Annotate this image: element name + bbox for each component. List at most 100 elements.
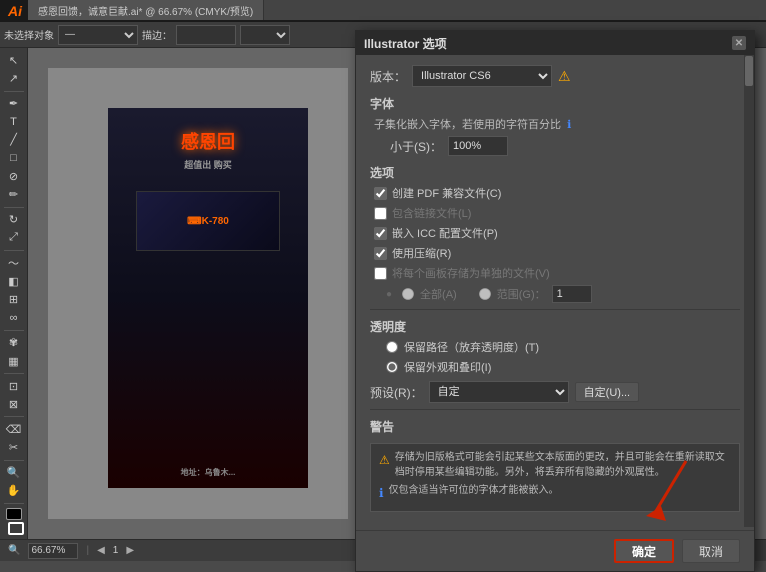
dialog-title: Illustrator 选项 xyxy=(364,35,447,52)
artboard-range-row: ● 全部(A) 范围(G)： xyxy=(370,285,740,303)
direct-select-tool[interactable]: ↗ xyxy=(3,70,25,86)
stroke-select[interactable]: — xyxy=(58,25,138,45)
use-compression-label: 使用压缩(R) xyxy=(392,245,451,261)
save-each-board-label: 将每个画板存储为单独的文件(V) xyxy=(392,265,550,281)
save-each-board-row: 将每个画板存储为单独的文件(V) xyxy=(370,265,740,281)
zoom-input[interactable] xyxy=(28,543,78,559)
ai-logo: Ai xyxy=(8,3,22,19)
version-select[interactable]: Illustrator CS6 xyxy=(412,65,552,87)
divider-2 xyxy=(370,409,740,410)
dialog-buttons: 确定 取消 xyxy=(356,530,754,571)
radio-range[interactable] xyxy=(479,288,491,300)
rect-tool[interactable]: □ xyxy=(3,150,25,166)
dialog-scrollbar[interactable] xyxy=(744,55,754,527)
selection-tool[interactable]: ↖ xyxy=(3,52,25,68)
range-input[interactable] xyxy=(552,285,592,303)
radio-range-label: 范围(G)： xyxy=(497,286,546,302)
column-graph-tool[interactable]: ▦ xyxy=(3,353,25,369)
canvas-bottom-text: 地址：乌鲁木... xyxy=(108,467,308,478)
font-desc: 子集化嵌入字体，若使用的字符百分比 ℹ xyxy=(370,116,740,132)
tool-sep-2 xyxy=(4,207,24,208)
tool-sep-6 xyxy=(4,416,24,417)
transparency-section-header: 透明度 xyxy=(370,318,740,335)
embed-icc-checkbox[interactable] xyxy=(374,227,387,240)
hand-tool[interactable]: ✋ xyxy=(3,483,25,499)
embed-icc-row: 嵌入 ICC 配置文件(P) xyxy=(370,225,740,241)
canvas-keyboard-text: K-780 xyxy=(202,216,229,227)
artboard-tool[interactable]: ⊡ xyxy=(3,378,25,394)
version-row: 版本： Illustrator CS6 ⚠ xyxy=(370,65,740,87)
blend-tool[interactable]: ∞ xyxy=(3,310,25,326)
document-tab-bar: 感恩回馈，诚意巨献.ai* @ 66.67% (CMYK/预览) xyxy=(28,0,766,20)
select-object-label: 未选择对象 xyxy=(4,27,54,42)
paintbrush-tool[interactable]: ⊘ xyxy=(3,168,25,184)
scissors-tool[interactable]: ✂ xyxy=(3,439,25,455)
warning-section-header: 警告 xyxy=(370,418,740,435)
stroke-color[interactable] xyxy=(8,522,24,535)
zoom-display: 🔍 xyxy=(8,545,20,556)
ok-button[interactable]: 确定 xyxy=(614,539,674,563)
preset-select[interactable]: 自定 xyxy=(429,381,569,403)
canvas-content: 感恩回 超值出 购买 ⌨ K-780 地址：乌鲁木... xyxy=(108,108,308,488)
custom-button[interactable]: 自定(U)... xyxy=(575,382,639,402)
include-linked-checkbox[interactable] xyxy=(374,207,387,220)
preset-label: 预设(R)： xyxy=(370,384,423,401)
fill-color[interactable] xyxy=(6,508,22,520)
pencil-tool[interactable]: ✏ xyxy=(3,187,25,203)
preserve-paths-row: 保留路径（放弃透明度）(T) xyxy=(370,339,740,355)
type-tool[interactable]: T xyxy=(3,114,25,130)
dialog-close-button[interactable]: ✕ xyxy=(732,36,746,50)
use-compression-row: 使用压缩(R) xyxy=(370,245,740,261)
font-threshold-row: 小于(S)： xyxy=(370,136,740,156)
cancel-button[interactable]: 取消 xyxy=(682,539,740,563)
line-tool[interactable]: ╱ xyxy=(3,132,25,148)
dialog-body: 版本： Illustrator CS6 ⚠ 字体 子集化嵌入字体，若使用的字符百… xyxy=(356,55,754,530)
page-display: 1 xyxy=(113,545,119,556)
mesh-tool[interactable]: ⊞ xyxy=(3,291,25,307)
tool-sep-8 xyxy=(4,503,24,504)
preserve-appearance-row: 保留外观和叠印(I) xyxy=(370,359,740,375)
options-section-header: 选项 xyxy=(370,164,740,181)
scrollbar-thumb[interactable] xyxy=(745,56,753,86)
scale-tool[interactable]: ⤢ xyxy=(3,230,25,246)
tool-sep-7 xyxy=(4,460,24,461)
zoom-tool[interactable]: 🔍 xyxy=(3,464,25,480)
radio-preserve-appearance[interactable] xyxy=(386,361,398,373)
canvas-keyboard-img: ⌨ K-780 xyxy=(136,191,280,251)
page-nav-next[interactable]: ▶ xyxy=(126,545,134,556)
warning-line-1: ⚠ 存储为旧版格式可能会引起某些文本版面的更改，并且可能会在重新读取文档时停用某… xyxy=(379,450,731,480)
create-pdf-checkbox[interactable] xyxy=(374,187,387,200)
canvas-document: 感恩回 超值出 购买 ⌨ K-780 地址：乌鲁木... xyxy=(108,108,308,488)
warning-box: ⚠ 存储为旧版格式可能会引起某些文本版面的更改，并且可能会在重新读取文档时停用某… xyxy=(370,443,740,512)
font-threshold-input[interactable] xyxy=(448,136,508,156)
document-tab[interactable]: 感恩回馈，诚意巨献.ai* @ 66.67% (CMYK/预览) xyxy=(28,0,264,20)
left-toolbar: ↖ ↗ ✒ T ╱ □ ⊘ ✏ ↻ ⤢ 〜 ◧ ⊞ ∞ ✾ ▦ ⊡ ⊠ ⌫ ✂ … xyxy=(0,48,28,539)
tool-sep-4 xyxy=(4,330,24,331)
gradient-tool[interactable]: ◧ xyxy=(3,273,25,289)
radio-preserve-paths[interactable] xyxy=(386,341,398,353)
canvas-text-main: 感恩回 xyxy=(181,128,235,154)
slice-tool[interactable]: ⊠ xyxy=(3,396,25,412)
preserve-appearance-label: 保留外观和叠印(I) xyxy=(404,359,491,375)
warp-tool[interactable]: 〜 xyxy=(3,255,25,271)
tool-sep-3 xyxy=(4,250,24,251)
eraser-tool[interactable]: ⌫ xyxy=(3,421,25,437)
font-small-label: 小于(S)： xyxy=(390,138,442,155)
ai-window: Ai 文件(F) 编辑(E) 对象(O) 文字(T) 选择(S) 效果(C) 视… xyxy=(0,0,766,561)
stroke-input[interactable] xyxy=(176,25,236,45)
use-compression-checkbox[interactable] xyxy=(374,247,387,260)
save-each-board-checkbox[interactable] xyxy=(374,267,387,280)
symbol-spray-tool[interactable]: ✾ xyxy=(3,335,25,351)
tool-sep-5 xyxy=(4,373,24,374)
pen-tool[interactable]: ✒ xyxy=(3,95,25,111)
version-warning-icon: ⚠ xyxy=(558,68,571,85)
page-nav-prev[interactable]: ◀ xyxy=(97,545,105,556)
blend-mode-select[interactable] xyxy=(240,25,290,45)
info-text-1: 仅包含适当许可位的字体才能被嵌入。 xyxy=(389,483,559,498)
radio-all[interactable] xyxy=(402,288,414,300)
canvas-subtitle: 超值出 购买 xyxy=(184,158,232,171)
include-linked-label: 包含链接文件(L) xyxy=(392,205,471,221)
preserve-paths-label: 保留路径（放弃透明度）(T) xyxy=(404,339,539,355)
rotate-tool[interactable]: ↻ xyxy=(3,212,25,228)
font-desc-text: 子集化嵌入字体，若使用的字符百分比 xyxy=(374,119,561,131)
